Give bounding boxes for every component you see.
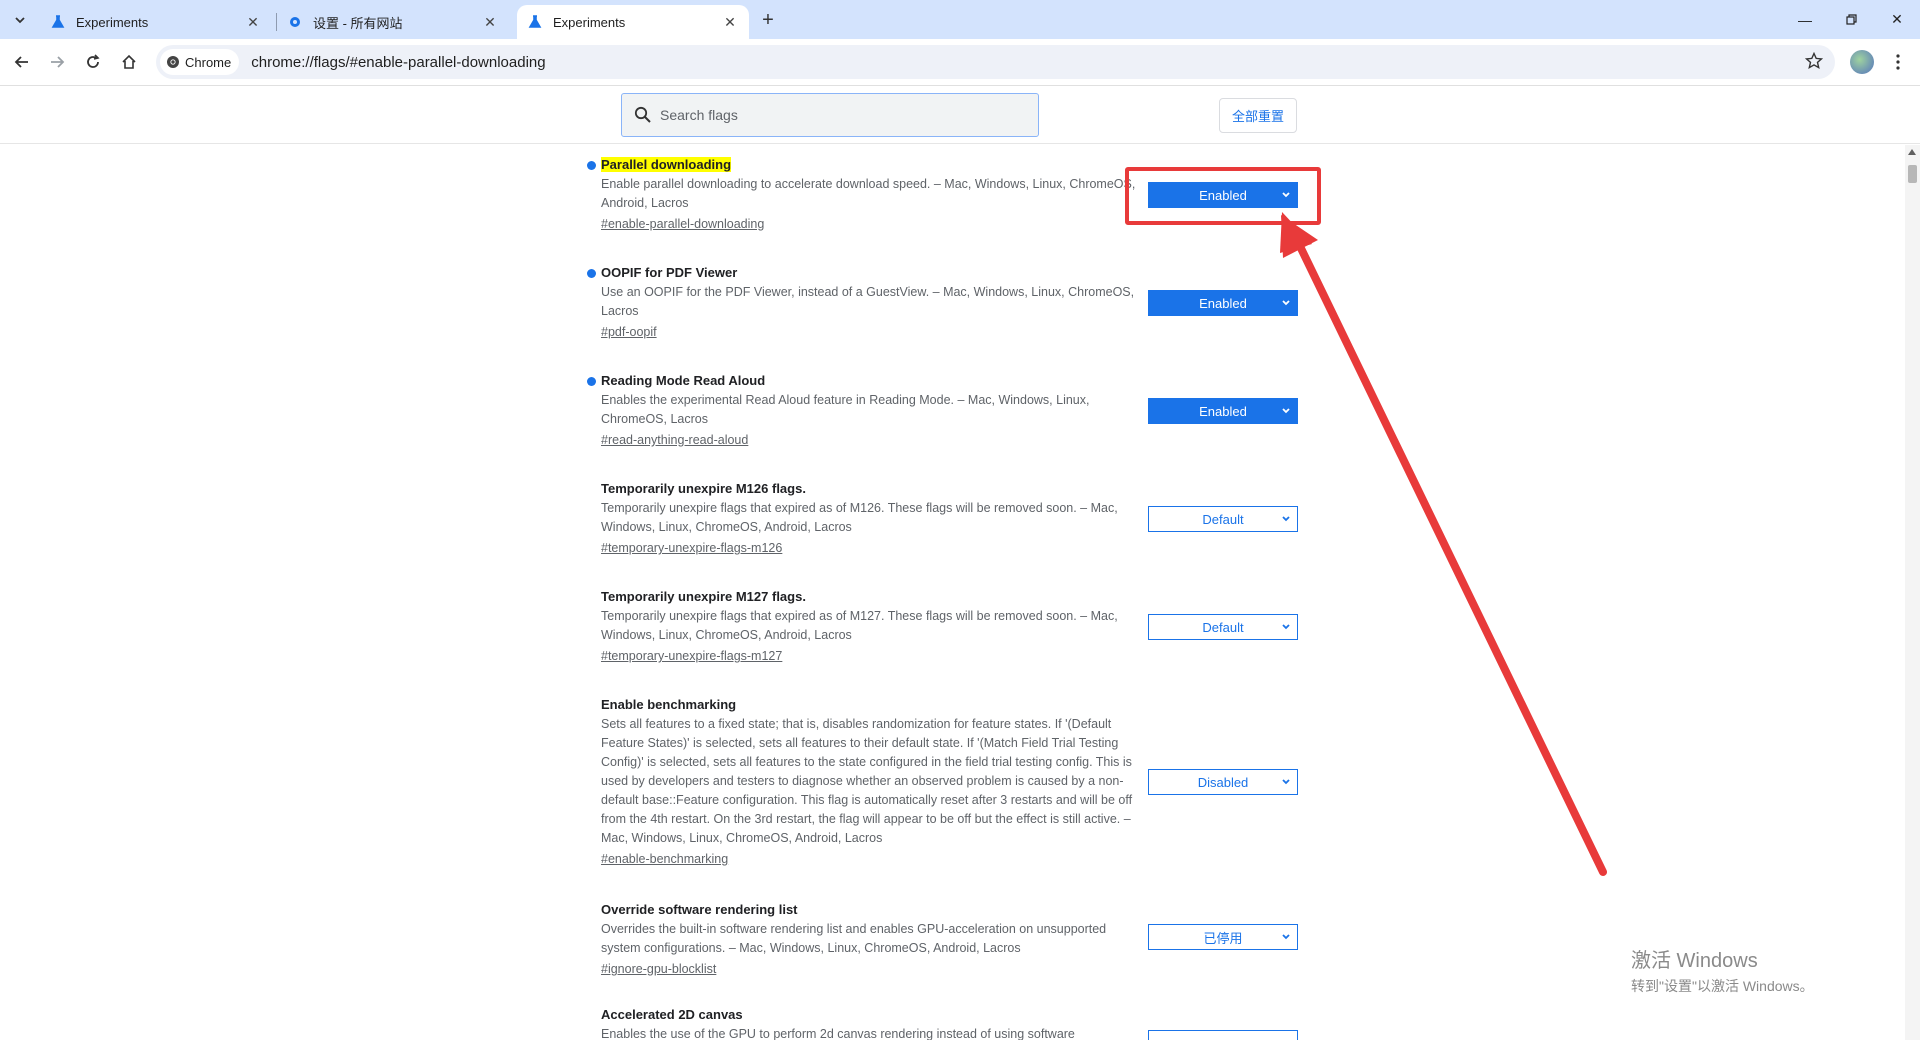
flag-name-text: Reading Mode Read Aloud (601, 373, 766, 388)
close-icon[interactable]: ✕ (481, 13, 499, 31)
bookmark-star-icon[interactable] (1804, 51, 1824, 75)
flag-description: Temporarily unexpire flags that expired … (601, 501, 1118, 534)
flag-title: Accelerated 2D canvas (601, 1007, 743, 1022)
url-text[interactable]: chrome://flags/#enable-parallel-download… (251, 54, 545, 71)
flag-title: Override software rendering list (601, 902, 798, 917)
browser-toolbar: Chrome chrome://flags/#enable-parallel-d… (0, 39, 1920, 86)
search-icon (634, 106, 651, 123)
new-tab-button[interactable]: + (756, 8, 780, 32)
tab-title: Experiments (76, 14, 149, 30)
select-value: 已停用 (1203, 930, 1243, 946)
more-vert-icon (1896, 54, 1900, 70)
windows-activation-watermark: 激活 Windows 转到"设置"以激活 Windows。 (1631, 944, 1814, 996)
modified-dot (587, 161, 596, 170)
chevron-down-icon (1282, 934, 1290, 940)
flag-select-unexpire-m126[interactable]: Default (1148, 506, 1298, 532)
flag-description: Sets all features to a fixed state; that… (601, 717, 1133, 845)
select-value: Enabled (1199, 403, 1247, 419)
flag-title: Temporarily unexpire M126 flags. (601, 481, 806, 496)
flag-permalink[interactable]: #temporary-unexpire-flags-m127 (587, 648, 1299, 664)
tab-settings-all-sites[interactable]: 设置 - 所有网站 ✕ (277, 5, 509, 39)
watermark-line-2: 转到"设置"以激活 Windows。 (1631, 978, 1814, 994)
tab-experiments-active[interactable]: Experiments ✕ (517, 5, 749, 39)
flag-select-benchmarking[interactable]: Disabled (1148, 769, 1298, 795)
flag-title: OOPIF for PDF Viewer (587, 265, 1299, 281)
flag-permalink[interactable]: #ignore-gpu-blocklist (587, 961, 1299, 977)
arrow-right-icon (51, 56, 65, 68)
home-icon (122, 54, 136, 69)
more-menu-button[interactable] (1886, 50, 1910, 74)
chevron-down-icon (1282, 779, 1290, 785)
back-button[interactable] (9, 49, 35, 75)
watermark-line-1: 激活 Windows (1631, 950, 1758, 972)
flag-select-accelerated-2d-canvas[interactable] (1148, 1030, 1298, 1040)
flag-permalink[interactable]: #read-anything-read-aloud (587, 432, 1299, 448)
flag-select-unexpire-m127[interactable]: Default (1148, 614, 1298, 640)
reload-button[interactable] (80, 49, 106, 75)
modified-dot (587, 377, 596, 386)
flags-header: 全部重置 (0, 86, 1920, 144)
flag-permalink[interactable]: #pdf-oopif (587, 324, 1299, 340)
address-bar[interactable]: Chrome chrome://flags/#enable-parallel-d… (156, 45, 1835, 79)
flask-icon (50, 14, 66, 30)
arrow-left-icon (14, 56, 28, 68)
chrome-logo-icon (167, 56, 179, 68)
flag-description: Enables the use of the GPU to perform 2d… (601, 1027, 1075, 1040)
modified-dot (587, 269, 596, 278)
vertical-scrollbar[interactable] (1905, 145, 1920, 1040)
flag-description: Use an OOPIF for the PDF Viewer, instead… (601, 285, 1135, 318)
reset-all-button[interactable]: 全部重置 (1219, 98, 1297, 133)
flag-title: Reading Mode Read Aloud (587, 373, 1299, 389)
close-icon[interactable]: ✕ (244, 13, 262, 31)
search-box[interactable] (621, 93, 1039, 137)
chip-label: Chrome (185, 54, 232, 70)
chevron-down-icon (1282, 408, 1290, 414)
flask-icon (527, 14, 543, 30)
flag-select-gpu-blocklist[interactable]: 已停用 (1148, 924, 1298, 950)
flag-description: Overrides the built-in software renderin… (601, 922, 1107, 955)
flag-permalink[interactable]: #enable-benchmarking (587, 851, 1299, 867)
annotation-highlight-box (1125, 167, 1321, 225)
tab-strip: Experiments ✕ 设置 - 所有网站 ✕ Experiments ✕ … (0, 0, 1920, 39)
select-value: Enabled (1199, 295, 1247, 311)
site-info-chip[interactable]: Chrome (160, 49, 240, 75)
flag-permalink[interactable]: #temporary-unexpire-flags-m126 (587, 540, 1299, 556)
scroll-up-arrow-icon[interactable] (1908, 149, 1916, 155)
flag-description: Temporarily unexpire flags that expired … (601, 609, 1118, 642)
flag-name-text: OOPIF for PDF Viewer (601, 265, 738, 280)
tab-title: 设置 - 所有网站 (313, 15, 403, 31)
flag-description: Enables the experimental Read Aloud feat… (601, 393, 1090, 426)
search-input[interactable] (660, 107, 1020, 123)
reload-icon (87, 54, 100, 68)
select-value: Default (1202, 511, 1244, 527)
minimize-button[interactable]: — (1782, 0, 1828, 39)
flag-title: Temporarily unexpire M127 flags. (601, 589, 806, 604)
scroll-thumb[interactable] (1908, 165, 1917, 183)
chevron-down-icon (1282, 624, 1290, 630)
flags-list: Parallel downloading Enable parallel dow… (0, 145, 1905, 1040)
flag-description: Enable parallel downloading to accelerat… (601, 177, 1136, 210)
profile-avatar[interactable] (1850, 50, 1874, 74)
select-value: Disabled (1197, 774, 1249, 790)
restore-icon (1845, 14, 1857, 25)
tab-title: Experiments (553, 14, 626, 30)
tab-experiments-1[interactable]: Experiments ✕ (40, 5, 272, 39)
flag-select-pdf-oopif[interactable]: Enabled (1148, 290, 1298, 316)
forward-button[interactable] (44, 49, 70, 75)
close-icon[interactable]: ✕ (721, 13, 739, 31)
chevron-down-icon (1282, 516, 1290, 522)
tab-search-button[interactable] (8, 8, 32, 32)
close-window-button[interactable]: ✕ (1874, 0, 1920, 39)
restore-button[interactable] (1828, 0, 1874, 39)
gear-icon (287, 14, 303, 30)
select-value: Default (1202, 619, 1244, 635)
chevron-down-icon (15, 17, 25, 24)
flag-select-read-aloud[interactable]: Enabled (1148, 398, 1298, 424)
home-button[interactable] (116, 49, 142, 75)
flag-title: Enable benchmarking (601, 697, 737, 712)
chevron-down-icon (1282, 300, 1290, 306)
flag-name-text: Parallel downloading (601, 157, 732, 172)
